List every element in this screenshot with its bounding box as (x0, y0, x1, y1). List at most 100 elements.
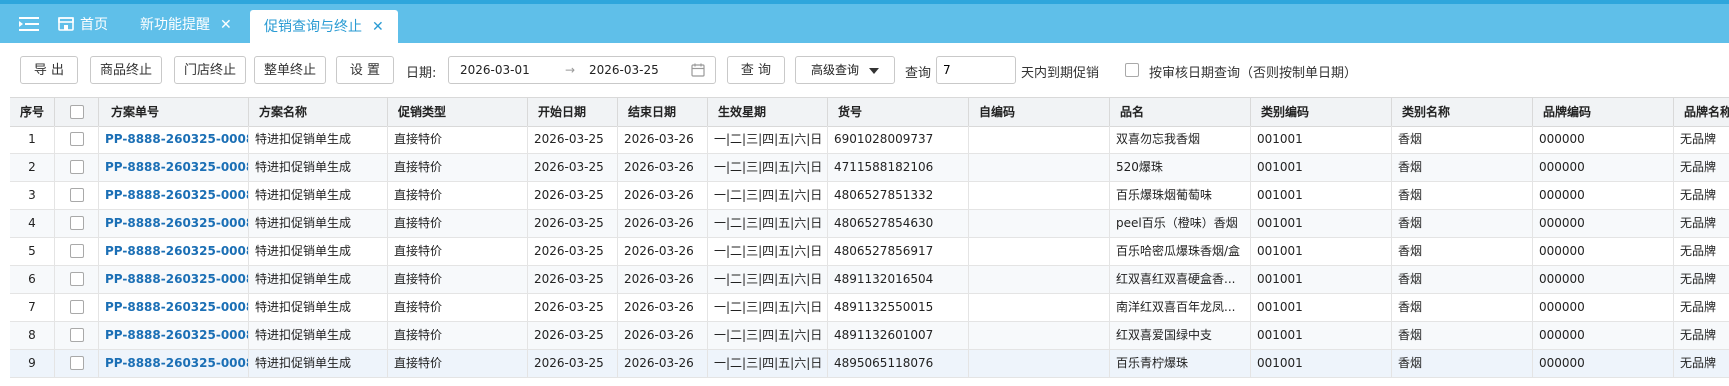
plan-number-link[interactable]: PP-8888-260325-0008 (99, 182, 249, 209)
column-header[interactable]: 方案单号 (99, 98, 249, 126)
table-row[interactable]: 4 PP-8888-260325-0008 特进扣促销单生成 直接特价 2026-03-… (10, 210, 1729, 238)
select-all-checkbox[interactable] (70, 105, 84, 119)
audit-date-checkbox[interactable] (1125, 63, 1139, 77)
export-button[interactable]: 导 出 (20, 56, 78, 84)
item-code: 4895065118076 (828, 350, 969, 377)
table-row[interactable]: 5 PP-8888-260325-0008 特进扣促销单生成 直接特价 2026-03-… (10, 238, 1729, 266)
row-checkbox[interactable] (70, 328, 84, 342)
table-row[interactable]: 1 PP-8888-260325-0008 特进扣促销单生成 直接特价 2026-03-… (10, 126, 1729, 154)
row-select-cell[interactable] (55, 182, 99, 209)
brand-name: 无品牌 (1674, 154, 1729, 181)
column-header[interactable]: 生效星期 (708, 98, 828, 126)
column-header[interactable]: 货号 (828, 98, 969, 126)
row-index: 2 (10, 154, 55, 181)
plan-name: 特进扣促销单生成 (249, 182, 388, 209)
plan-number-link[interactable]: PP-8888-260325-0008 (99, 266, 249, 293)
tab-label: 新功能提醒 (140, 17, 210, 33)
item-code: 4806527851332 (828, 182, 969, 209)
row-checkbox[interactable] (70, 244, 84, 258)
brand-name: 无品牌 (1674, 210, 1729, 237)
table-row[interactable]: 3 PP-8888-260325-0008 特进扣促销单生成 直接特价 2026-03-… (10, 182, 1729, 210)
brand-code: 000000 (1533, 238, 1674, 265)
effective-weekdays: 一|二|三|四|五|六|日 (708, 322, 828, 349)
close-icon[interactable]: ✕ (220, 8, 232, 43)
end-date: 2026-03-26 (618, 210, 708, 237)
advanced-query-dropdown[interactable]: 高级查询 (795, 56, 895, 84)
row-select-cell[interactable] (55, 154, 99, 181)
end-store-button[interactable]: 门店终止 (174, 56, 246, 84)
row-select-cell[interactable] (55, 322, 99, 349)
plan-number-link[interactable]: PP-8888-260325-0008 (99, 322, 249, 349)
end-item-button[interactable]: 商品终止 (90, 56, 162, 84)
tab-new-features[interactable]: 新功能提醒 ✕ (140, 8, 232, 43)
product-name: 520爆珠 (1110, 154, 1251, 181)
column-header[interactable]: 促销类型 (388, 98, 528, 126)
row-select-cell[interactable] (55, 350, 99, 377)
calendar-icon[interactable] (691, 63, 705, 77)
column-header[interactable]: 方案名称 (249, 98, 388, 126)
column-header[interactable]: 类别编码 (1251, 98, 1392, 126)
plan-number-link[interactable]: PP-8888-260325-0008 (99, 210, 249, 237)
column-header[interactable]: 品名 (1110, 98, 1251, 126)
tab-promo-query[interactable]: 促销查询与终止 ✕ (250, 10, 398, 45)
row-select-cell[interactable] (55, 126, 99, 153)
query-button[interactable]: 查 询 (727, 56, 785, 84)
date-range-picker[interactable]: 2026-03-01 → 2026-03-25 (448, 56, 716, 84)
table-row[interactable]: 2 PP-8888-260325-0008 特进扣促销单生成 直接特价 2026-03-… (10, 154, 1729, 182)
plan-name: 特进扣促销单生成 (249, 350, 388, 377)
query-days-label: 查询 (905, 66, 932, 81)
plan-number-link[interactable]: PP-8888-260325-0008 (99, 294, 249, 321)
column-header-select[interactable] (55, 98, 99, 126)
promo-type: 直接特价 (388, 322, 528, 349)
promo-type: 直接特价 (388, 182, 528, 209)
plan-number-link[interactable]: PP-8888-260325-0008 (99, 238, 249, 265)
column-header[interactable]: 自编码 (969, 98, 1110, 126)
tab-home[interactable]: 首页 (58, 8, 108, 43)
brand-name: 无品牌 (1674, 350, 1729, 377)
plan-number-link[interactable]: PP-8888-260325-0008 (99, 126, 249, 153)
row-select-cell[interactable] (55, 294, 99, 321)
brand-name: 无品牌 (1674, 294, 1729, 321)
menu-toggle-icon[interactable] (18, 14, 40, 34)
row-checkbox[interactable] (70, 216, 84, 230)
advanced-query-label: 高级查询 (811, 63, 860, 77)
table-row[interactable]: 6 PP-8888-260325-0008 特进扣促销单生成 直接特价 2026-03-… (10, 266, 1729, 294)
row-checkbox[interactable] (70, 188, 84, 202)
column-header[interactable]: 类别名称 (1392, 98, 1533, 126)
plan-name: 特进扣促销单生成 (249, 154, 388, 181)
settings-button[interactable]: 设 置 (336, 56, 394, 84)
item-code: 4711588182106 (828, 154, 969, 181)
close-icon[interactable]: ✕ (372, 10, 384, 45)
start-date: 2026-03-25 (528, 238, 618, 265)
tab-label: 促销查询与终止 (264, 19, 362, 35)
category-code: 001001 (1251, 350, 1392, 377)
column-header[interactable]: 品牌编码 (1533, 98, 1674, 126)
category-name: 香烟 (1392, 350, 1533, 377)
end-whole-button[interactable]: 整单终止 (254, 56, 326, 84)
row-select-cell[interactable] (55, 210, 99, 237)
table-row[interactable]: 7 PP-8888-260325-0008 特进扣促销单生成 直接特价 2026-03-… (10, 294, 1729, 322)
column-header[interactable]: 序号 (10, 98, 55, 126)
column-header[interactable]: 品牌名称 (1674, 98, 1729, 126)
row-select-cell[interactable] (55, 266, 99, 293)
row-checkbox[interactable] (70, 300, 84, 314)
column-header[interactable]: 开始日期 (528, 98, 618, 126)
item-code: 4806527856917 (828, 238, 969, 265)
brand-name: 无品牌 (1674, 266, 1729, 293)
column-header[interactable]: 结束日期 (618, 98, 708, 126)
row-select-cell[interactable] (55, 238, 99, 265)
caret-down-icon (869, 68, 879, 74)
days-input[interactable] (936, 56, 1016, 84)
table-row[interactable]: 8 PP-8888-260325-0008 特进扣促销单生成 直接特价 2026-03-… (10, 322, 1729, 350)
row-checkbox[interactable] (70, 160, 84, 174)
date-to[interactable]: 2026-03-25 (589, 63, 659, 77)
row-checkbox[interactable] (70, 356, 84, 370)
row-checkbox[interactable] (70, 132, 84, 146)
tab-label: 首页 (80, 17, 108, 33)
plan-number-link[interactable]: PP-8888-260325-0008 (99, 154, 249, 181)
row-checkbox[interactable] (70, 272, 84, 286)
table-row[interactable]: 9 PP-8888-260325-0008 特进扣促销单生成 直接特价 2026-03-… (10, 350, 1729, 378)
effective-weekdays: 一|二|三|四|五|六|日 (708, 182, 828, 209)
plan-number-link[interactable]: PP-8888-260325-0008 (99, 350, 249, 377)
date-from[interactable]: 2026-03-01 (460, 63, 530, 77)
